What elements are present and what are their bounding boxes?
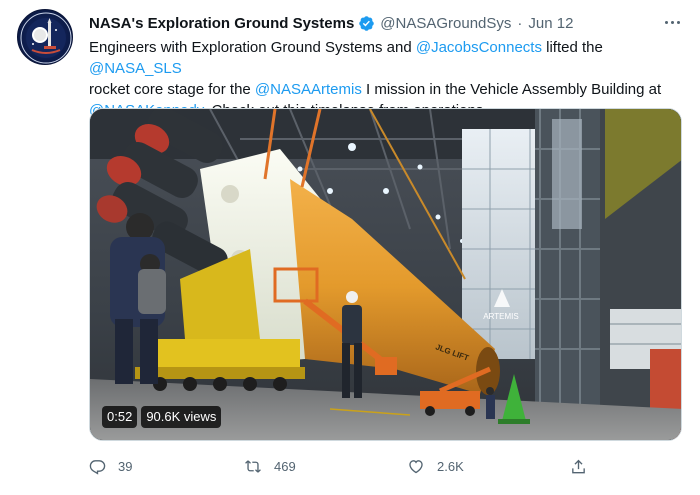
share-icon bbox=[572, 459, 585, 474]
reply-icon bbox=[89, 460, 106, 475]
tweet-date[interactable]: Jun 12 bbox=[528, 15, 573, 32]
like-button[interactable]: 2.6K bbox=[407, 458, 464, 475]
video-views: 90.6K views bbox=[141, 406, 222, 428]
video-duration: 0:52 bbox=[102, 406, 138, 428]
retweet-icon bbox=[245, 460, 261, 473]
separator-dot: · bbox=[517, 14, 523, 32]
author-handle[interactable]: @NASAGroundSys bbox=[380, 15, 511, 32]
more-dot-icon bbox=[670, 20, 674, 24]
action-bar: 39 469 2.6K bbox=[89, 458, 599, 480]
video-player[interactable]: ARTEMIS JLG LIFT 0:52 90.6K views bbox=[89, 108, 682, 441]
retweet-button[interactable]: 469 bbox=[244, 458, 296, 475]
video-stats: 0:52 90.6K views bbox=[102, 406, 222, 428]
heart-icon bbox=[409, 460, 423, 474]
ground-systems-logo-icon bbox=[20, 12, 72, 64]
display-name[interactable]: NASA's Exploration Ground Systems bbox=[89, 15, 354, 32]
reply-count: 39 bbox=[118, 459, 133, 474]
tweet-text-segment: rocket core stage for the bbox=[89, 81, 255, 98]
tweet-text-segment: lifted the bbox=[541, 39, 603, 56]
artemis-sign-text: ARTEMIS bbox=[483, 312, 518, 321]
tweet-text-segment: Engineers with Exploration Ground System… bbox=[89, 39, 416, 56]
more-options-button[interactable] bbox=[661, 13, 683, 31]
verified-badge-icon bbox=[359, 15, 375, 31]
mention-link[interactable]: @NASAArtemis bbox=[255, 81, 362, 98]
retweet-count: 469 bbox=[274, 459, 296, 474]
video-frame-image: ARTEMIS JLG LIFT bbox=[90, 109, 681, 440]
tweet-card[interactable]: NASA's Exploration Ground Systems @NASAG… bbox=[0, 0, 700, 495]
more-dot-icon bbox=[664, 20, 668, 24]
more-dot-icon bbox=[676, 20, 680, 24]
share-button[interactable] bbox=[570, 458, 599, 476]
avatar[interactable] bbox=[17, 9, 73, 65]
tweet-header: NASA's Exploration Ground Systems @NASAG… bbox=[89, 12, 573, 34]
reply-button[interactable]: 39 bbox=[89, 458, 132, 475]
tweet-text-segment: I mission in the Vehicle Assembly Buildi… bbox=[361, 81, 662, 98]
mention-link[interactable]: @NASA_SLS bbox=[89, 60, 182, 77]
mention-link[interactable]: @JacobsConnects bbox=[416, 39, 542, 56]
like-count: 2.6K bbox=[437, 459, 464, 474]
